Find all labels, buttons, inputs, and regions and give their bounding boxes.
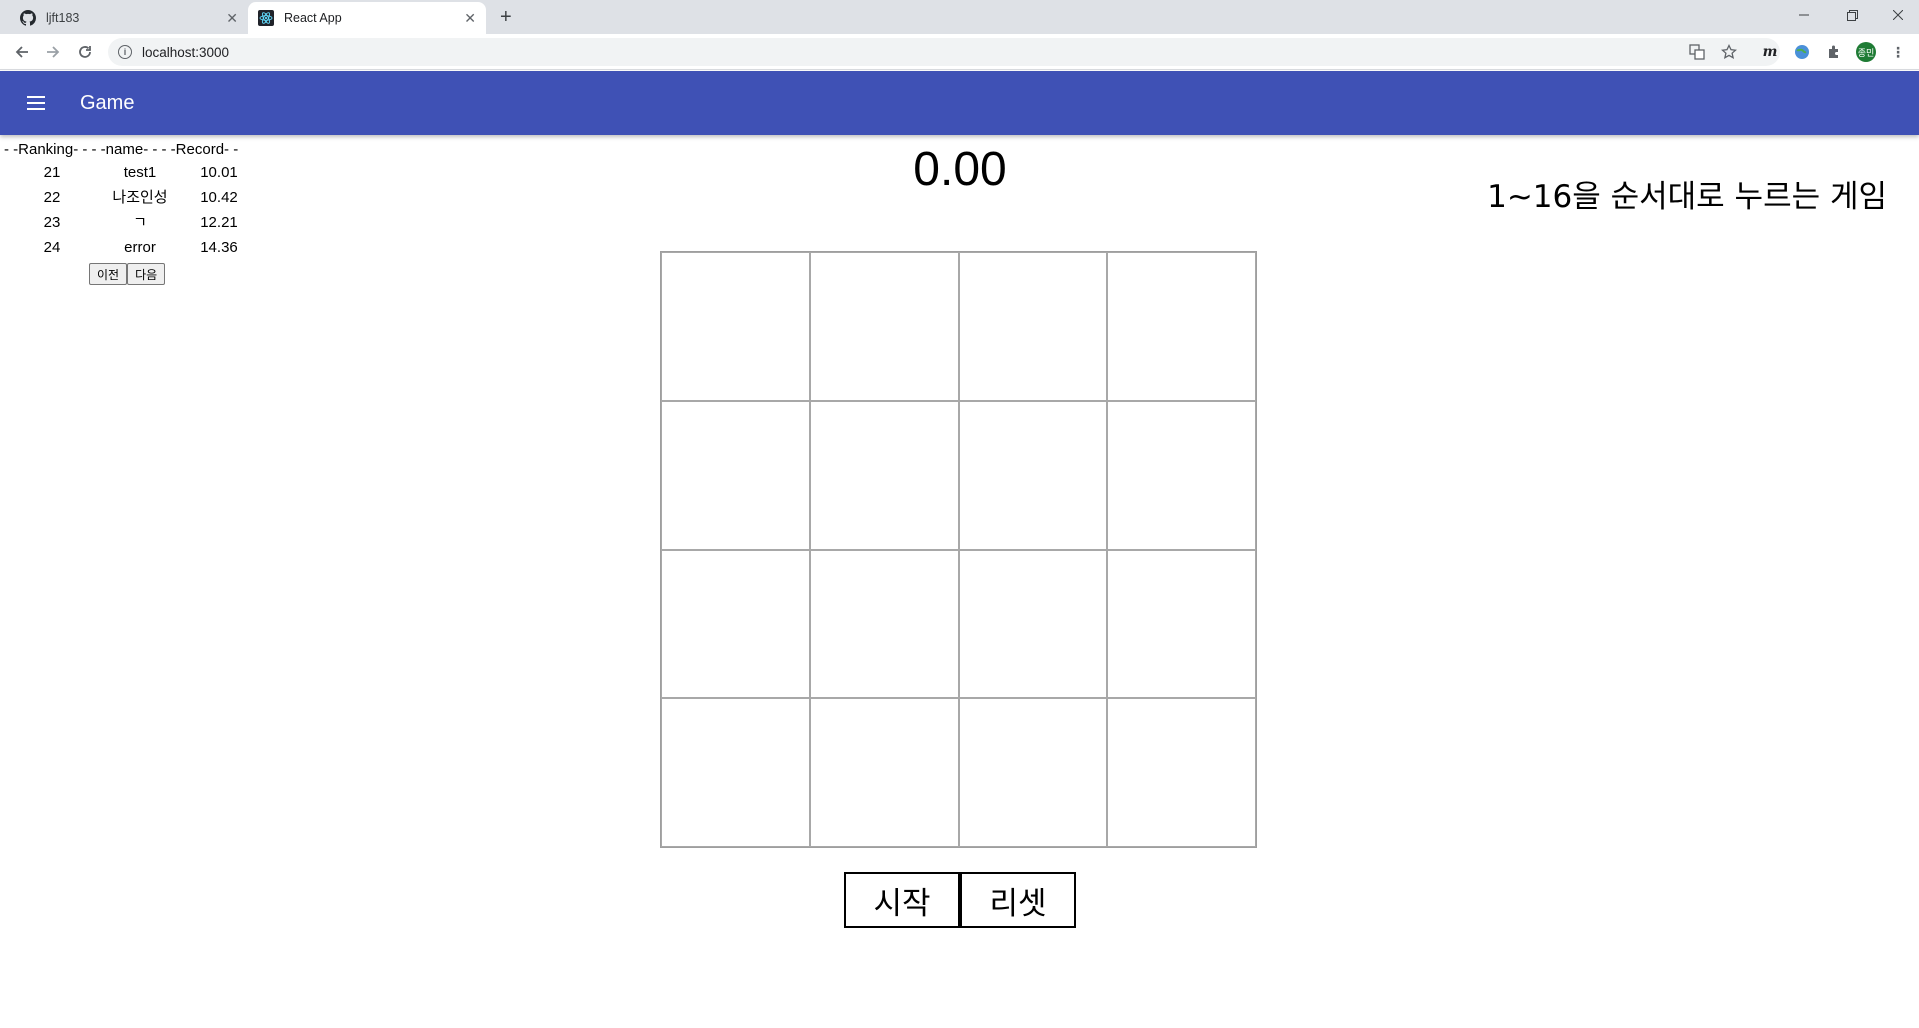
tab-title: React App (284, 11, 342, 25)
name-cell: ㄱ (133, 213, 147, 231)
table-row: 21 test1 10.01 (4, 160, 238, 185)
browser-tab-react-app[interactable]: React App ✕ (248, 2, 486, 34)
bookmark-star-icon[interactable] (1719, 42, 1739, 62)
hamburger-menu-icon[interactable] (24, 91, 48, 115)
close-tab-icon[interactable]: ✕ (464, 10, 476, 26)
timer-display: 0.00 (913, 143, 1007, 196)
rank-cell: 24 (43, 239, 61, 256)
game-controls: 시작 리셋 (844, 872, 1076, 928)
game-board (660, 251, 1257, 848)
table-row: 23 ㄱ 12.21 (4, 210, 238, 235)
m-extension-icon[interactable]: m (1760, 42, 1780, 62)
record-cell: 14.36 (200, 239, 238, 256)
profile-avatar[interactable]: 종민 (1856, 42, 1876, 62)
game-description: 1~16을 순서대로 누르는 게임 (1487, 179, 1887, 215)
rank-cell: 21 (43, 164, 61, 181)
minimize-icon[interactable] (1784, 4, 1824, 26)
table-row: 22 나조인성 10.42 (4, 185, 238, 210)
board-cell[interactable] (958, 252, 1108, 401)
back-icon[interactable] (10, 40, 34, 64)
board-cell[interactable] (661, 549, 810, 699)
name-cell: 나조인성 (112, 188, 168, 206)
forward-icon[interactable] (41, 40, 65, 64)
board-cell[interactable] (958, 698, 1108, 847)
restore-icon[interactable] (1832, 4, 1872, 26)
translate-icon[interactable] (1687, 42, 1707, 62)
github-icon (20, 10, 36, 26)
table-row: 24 error 14.36 (4, 235, 238, 260)
record-cell: 10.42 (200, 189, 238, 206)
close-tab-icon[interactable]: ✕ (226, 10, 238, 26)
start-button[interactable]: 시작 (844, 872, 960, 928)
board-cell[interactable] (661, 400, 810, 550)
ranking-panel: - -Ranking- - - -name- - - -Record- - 21… (4, 140, 238, 260)
board-cell[interactable] (661, 698, 810, 847)
browser-tab-strip: ljft183 ✕ React App ✕ + (0, 0, 1919, 34)
board-cell[interactable] (958, 400, 1108, 550)
tab-title: ljft183 (46, 11, 80, 25)
name-cell: test1 (123, 164, 157, 181)
app-title: Game (80, 92, 135, 114)
browser-menu-icon[interactable]: ⋮ (1888, 42, 1908, 62)
url-text: localhost:3000 (142, 44, 230, 60)
board-cell[interactable] (1107, 698, 1256, 847)
browser-toolbar: i localhost:3000 m 종민 ⋮ (0, 34, 1919, 70)
rank-cell: 23 (43, 214, 61, 231)
new-tab-icon[interactable]: + (500, 6, 512, 28)
board-cell[interactable] (809, 252, 959, 401)
board-cell[interactable] (809, 549, 959, 699)
board-cell[interactable] (958, 549, 1108, 699)
reset-button[interactable]: 리셋 (960, 872, 1076, 928)
react-icon (258, 10, 274, 26)
close-window-icon[interactable] (1878, 4, 1918, 26)
prev-page-button[interactable]: 이전 (89, 263, 128, 285)
board-cell[interactable] (1107, 549, 1256, 699)
board-cell[interactable] (809, 698, 959, 847)
board-cell[interactable] (661, 252, 810, 401)
browser-tab-github[interactable]: ljft183 ✕ (0, 2, 248, 34)
record-cell: 10.01 (200, 164, 238, 181)
board-cell[interactable] (1107, 252, 1256, 401)
reload-icon[interactable] (73, 40, 97, 64)
globe-extension-icon[interactable] (1792, 42, 1812, 62)
rank-cell: 22 (43, 189, 61, 206)
record-cell: 12.21 (200, 214, 238, 231)
ranking-pager: 이전 다음 (89, 263, 166, 285)
board-cell[interactable] (1107, 400, 1256, 550)
extensions-puzzle-icon[interactable] (1824, 42, 1844, 62)
next-page-button[interactable]: 다음 (127, 263, 166, 285)
address-bar[interactable]: i localhost:3000 (108, 38, 1780, 66)
board-cell[interactable] (809, 400, 959, 550)
app-bar: Game (0, 71, 1919, 135)
ranking-header: - -Ranking- - - -name- - - -Record- - (4, 141, 239, 158)
name-cell: error (124, 239, 156, 256)
site-info-icon[interactable]: i (118, 45, 132, 59)
